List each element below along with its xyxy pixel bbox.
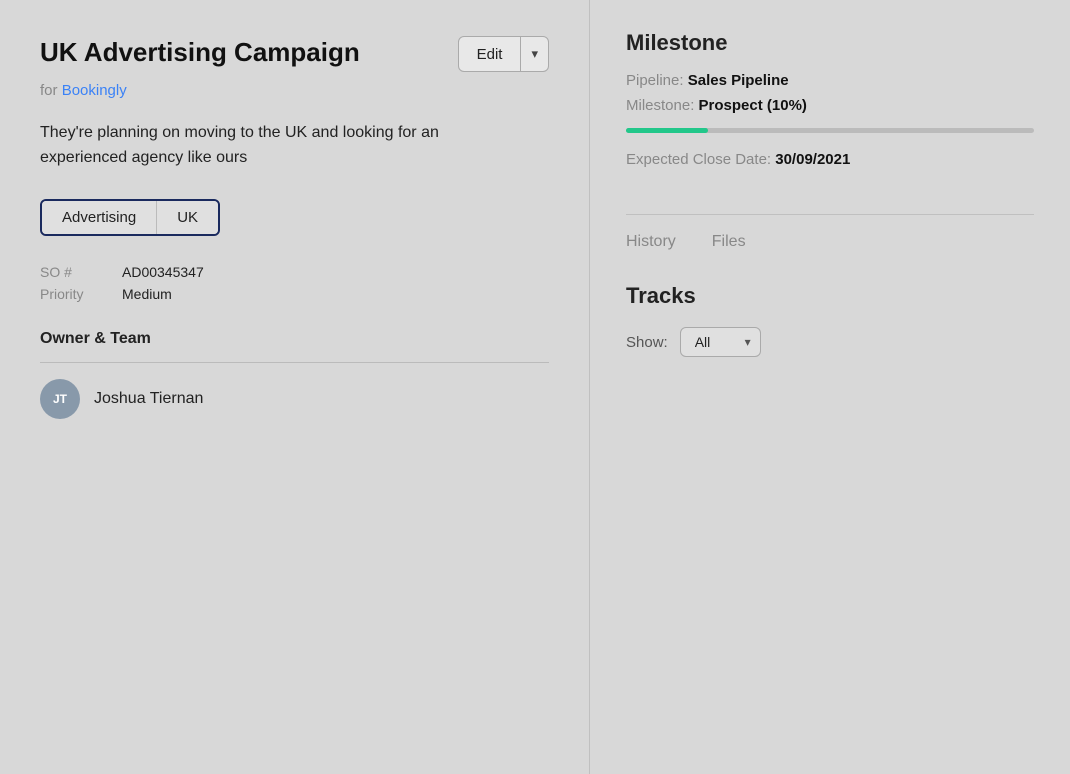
tag-advertising: Advertising: [42, 201, 156, 234]
owner-name: Joshua Tiernan: [94, 390, 203, 408]
milestone-row: Milestone: Prospect (10%): [626, 97, 1034, 114]
milestone-title: Milestone: [626, 30, 1034, 56]
show-label: Show:: [626, 334, 668, 351]
so-label: SO #: [40, 264, 110, 280]
title-row: UK Advertising Campaign Edit ▾: [40, 36, 549, 72]
avatar: JT: [40, 379, 80, 419]
milestone-label: Milestone:: [626, 97, 694, 114]
tabs-row: History Files: [626, 233, 1034, 255]
for-label: for: [40, 82, 58, 99]
edit-dropdown-button[interactable]: ▾: [521, 37, 548, 71]
tracks-section: Tracks Show: All Mine Team: [626, 283, 1034, 357]
show-select-wrapper: All Mine Team: [680, 327, 761, 357]
tab-history[interactable]: History: [626, 233, 676, 255]
priority-value: Medium: [122, 286, 172, 302]
close-date-label: Expected Close Date:: [626, 151, 771, 168]
right-panel: Milestone Pipeline: Sales Pipeline Miles…: [590, 0, 1070, 774]
chevron-down-icon: ▾: [531, 46, 538, 61]
tracks-title: Tracks: [626, 283, 1034, 309]
company-link[interactable]: Bookingly: [62, 82, 127, 99]
show-select[interactable]: All Mine Team: [680, 327, 761, 357]
owner-row: JT Joshua Tiernan: [40, 379, 549, 419]
progress-bar-background: [626, 128, 1034, 133]
close-date-value: 30/09/2021: [775, 151, 850, 168]
pipeline-row: Pipeline: Sales Pipeline: [626, 72, 1034, 89]
priority-row: Priority Medium: [40, 286, 549, 302]
tag-uk: UK: [156, 201, 218, 234]
owner-divider: [40, 362, 549, 363]
milestone-value: Prospect (10%): [699, 97, 807, 114]
so-value: AD00345347: [122, 264, 204, 280]
deal-description: They're planning on moving to the UK and…: [40, 121, 520, 171]
close-date-row: Expected Close Date: 30/09/2021: [626, 151, 1034, 168]
owner-team-heading: Owner & Team: [40, 330, 549, 348]
show-row: Show: All Mine Team: [626, 327, 1034, 357]
edit-button-group: Edit ▾: [458, 36, 549, 72]
left-panel: UK Advertising Campaign Edit ▾ for Booki…: [0, 0, 590, 774]
tab-files[interactable]: Files: [712, 233, 746, 255]
meta-section: SO # AD00345347 Priority Medium: [40, 264, 549, 302]
priority-label: Priority: [40, 286, 110, 302]
pipeline-value: Sales Pipeline: [688, 72, 789, 89]
tags-box: Advertising UK: [40, 199, 220, 236]
tags-container: Advertising UK: [40, 199, 549, 236]
progress-bar-fill: [626, 128, 708, 133]
deal-title: UK Advertising Campaign: [40, 36, 360, 69]
so-row: SO # AD00345347: [40, 264, 549, 280]
pipeline-label: Pipeline:: [626, 72, 684, 89]
edit-button[interactable]: Edit: [459, 37, 522, 71]
milestone-section: Milestone Pipeline: Sales Pipeline Miles…: [626, 30, 1034, 168]
for-company: for Bookingly: [40, 82, 549, 99]
right-divider: [626, 214, 1034, 215]
